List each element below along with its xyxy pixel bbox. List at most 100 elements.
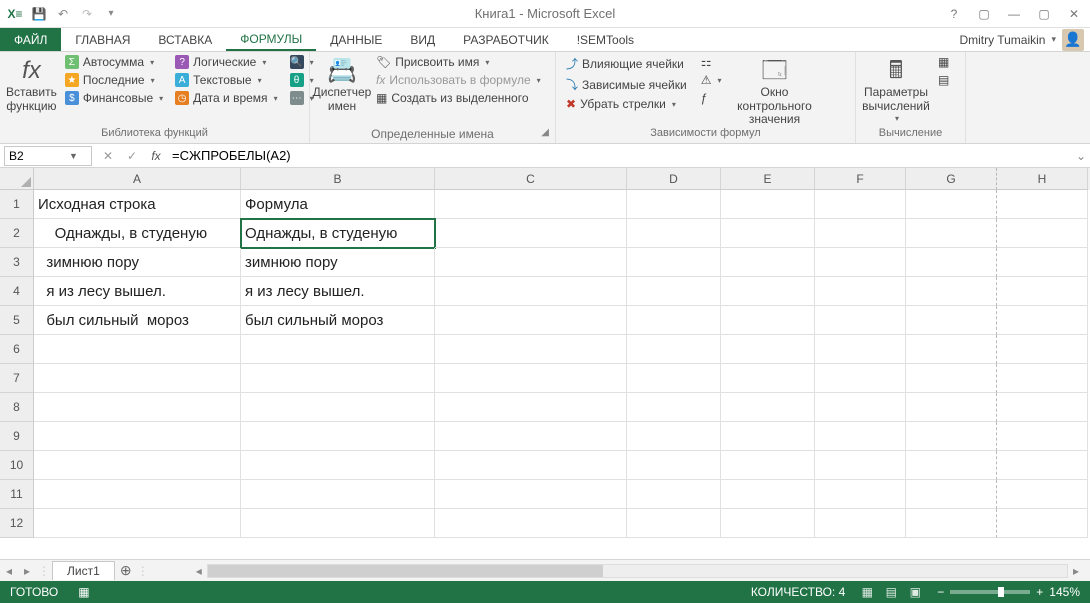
row-header[interactable]: 4 — [0, 277, 34, 306]
col-header[interactable]: G — [906, 168, 997, 190]
cell[interactable]: Однажды, в студеную — [241, 219, 435, 248]
cell[interactable] — [721, 480, 815, 509]
insert-function-button[interactable]: fx Вставить функцию — [6, 54, 57, 113]
cell[interactable]: я из лесу вышел. — [34, 277, 241, 306]
cell[interactable] — [34, 393, 241, 422]
add-sheet-icon[interactable]: ⊕ — [115, 562, 137, 579]
cell[interactable] — [34, 451, 241, 480]
cell[interactable]: Однажды, в студеную — [34, 219, 241, 248]
cell[interactable] — [906, 393, 997, 422]
cell[interactable]: Формула — [241, 190, 435, 219]
zoom-in-icon[interactable]: + — [1036, 585, 1043, 599]
cell[interactable] — [435, 248, 627, 277]
row-header[interactable]: 1 — [0, 190, 34, 219]
col-header[interactable]: F — [815, 168, 906, 190]
cell[interactable] — [815, 509, 906, 538]
tab-data[interactable]: ДАННЫЕ — [316, 28, 396, 51]
cell[interactable] — [997, 364, 1088, 393]
minimize-icon[interactable]: — — [1000, 3, 1028, 25]
cell[interactable] — [997, 393, 1088, 422]
cell[interactable] — [721, 248, 815, 277]
formula-input[interactable] — [168, 148, 1072, 163]
cell[interactable] — [34, 509, 241, 538]
tab-home[interactable]: ГЛАВНАЯ — [61, 28, 144, 51]
evaluate-formula-button[interactable]: ƒ — [697, 90, 726, 106]
sheet-tab[interactable]: Лист1 — [52, 561, 115, 580]
name-box[interactable]: ▼ — [4, 146, 92, 166]
chevron-down-icon[interactable]: ▾ — [1051, 34, 1056, 45]
cell[interactable] — [721, 335, 815, 364]
cell[interactable] — [627, 422, 721, 451]
cell[interactable] — [997, 190, 1088, 219]
cell[interactable] — [815, 393, 906, 422]
row-header[interactable]: 3 — [0, 248, 34, 277]
cell[interactable] — [815, 451, 906, 480]
show-formulas-button[interactable]: ⚏ — [697, 54, 726, 70]
cell[interactable] — [435, 190, 627, 219]
col-header[interactable]: H — [997, 168, 1088, 190]
text-button[interactable]: AТекстовые▾ — [171, 72, 281, 88]
tab-formulas[interactable]: ФОРМУЛЫ — [226, 28, 316, 51]
col-header[interactable]: B — [241, 168, 435, 190]
qat-customize-icon[interactable]: ▾ — [100, 3, 122, 25]
cell[interactable] — [627, 480, 721, 509]
row-header[interactable]: 10 — [0, 451, 34, 480]
cell[interactable] — [34, 335, 241, 364]
cell[interactable] — [34, 422, 241, 451]
cell[interactable] — [906, 364, 997, 393]
cell[interactable] — [997, 277, 1088, 306]
col-header[interactable]: A — [34, 168, 241, 190]
cell[interactable] — [815, 248, 906, 277]
watch-window-button[interactable]: 🗔 Окно контрольного значения — [729, 54, 819, 126]
cell[interactable] — [906, 335, 997, 364]
cell[interactable] — [721, 509, 815, 538]
cell[interactable] — [627, 190, 721, 219]
row-header[interactable]: 7 — [0, 364, 34, 393]
cell[interactable] — [241, 364, 435, 393]
row-header[interactable]: 8 — [0, 393, 34, 422]
cell[interactable] — [997, 509, 1088, 538]
cell[interactable] — [721, 451, 815, 480]
avatar[interactable]: 👤 — [1062, 29, 1084, 51]
cell[interactable] — [435, 277, 627, 306]
cell[interactable] — [435, 306, 627, 335]
remove-arrows-button[interactable]: ✖Убрать стрелки▾ — [562, 96, 691, 112]
cell[interactable] — [815, 422, 906, 451]
close-icon[interactable]: ✕ — [1060, 3, 1088, 25]
cell[interactable] — [241, 451, 435, 480]
cell[interactable] — [815, 219, 906, 248]
cell[interactable] — [721, 422, 815, 451]
cell[interactable] — [435, 509, 627, 538]
cell[interactable] — [815, 277, 906, 306]
select-all-corner[interactable] — [0, 168, 34, 190]
cell[interactable] — [815, 335, 906, 364]
cell[interactable] — [815, 480, 906, 509]
scroll-left-icon[interactable]: ◂ — [191, 564, 207, 578]
tab-insert[interactable]: ВСТАВКА — [144, 28, 226, 51]
cell[interactable] — [627, 306, 721, 335]
cell[interactable] — [435, 219, 627, 248]
cell[interactable] — [435, 480, 627, 509]
calc-sheet-button[interactable]: ▤ — [934, 72, 953, 88]
create-from-selection-button[interactable]: ▦Создать из выделенного — [372, 90, 545, 106]
tab-view[interactable]: ВИД — [396, 28, 449, 51]
cell[interactable] — [906, 277, 997, 306]
cell[interactable] — [627, 277, 721, 306]
sheet-nav-last-icon[interactable]: ▸ — [18, 564, 36, 578]
cell[interactable] — [241, 335, 435, 364]
cell[interactable] — [721, 364, 815, 393]
name-manager-button[interactable]: 📇 Диспетчер имен — [316, 54, 368, 113]
cell[interactable] — [815, 306, 906, 335]
view-layout-icon[interactable]: ▤ — [879, 585, 903, 599]
logical-button[interactable]: ?Логические▾ — [171, 54, 281, 70]
cell[interactable] — [997, 480, 1088, 509]
zoom-out-icon[interactable]: − — [937, 585, 944, 599]
cell[interactable]: был сильный мороз — [241, 306, 435, 335]
user-name[interactable]: Dmitry Tumaikin — [959, 33, 1045, 47]
redo-icon[interactable]: ↷ — [76, 3, 98, 25]
cell[interactable] — [435, 364, 627, 393]
cell[interactable] — [997, 451, 1088, 480]
define-name-button[interactable]: 🏷Присвоить имя▾ — [372, 54, 545, 70]
error-checking-button[interactable]: ⚠▾ — [697, 72, 726, 88]
cell[interactable] — [34, 480, 241, 509]
